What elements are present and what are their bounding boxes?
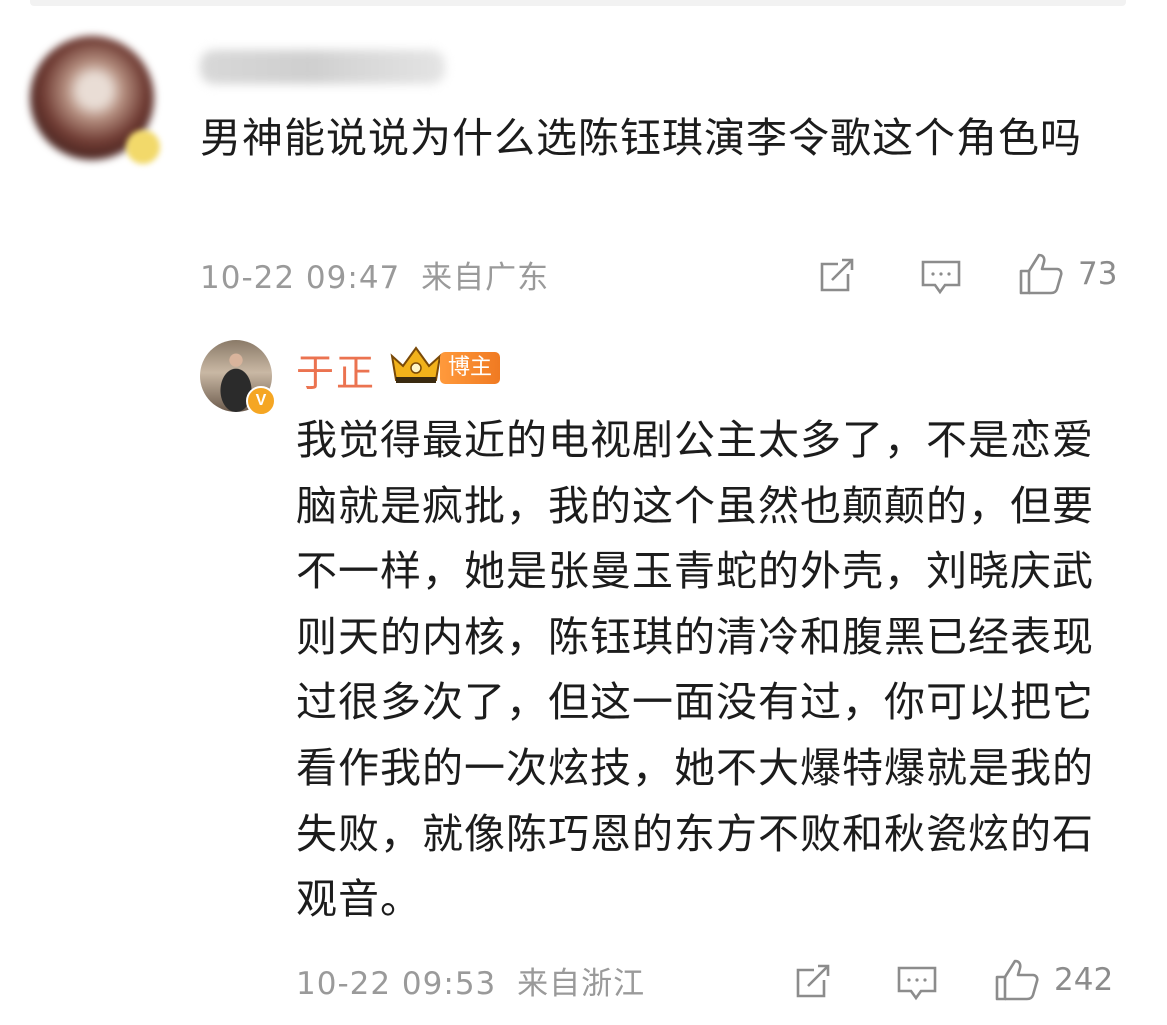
blogger-tag: 博主 [440, 352, 501, 384]
reply-location: 来自浙江 [517, 966, 646, 1002]
reply-button[interactable] [920, 258, 962, 296]
like-count: 73 [1078, 256, 1118, 292]
share-button[interactable] [818, 256, 858, 294]
comment-time: 10-22 09:47 [200, 260, 401, 296]
reply-like-button[interactable]: 242 [994, 958, 1113, 1002]
verified-badge-icon [126, 130, 160, 164]
share-icon [820, 258, 854, 292]
commenter-avatar[interactable] [30, 36, 160, 166]
comment-icon [897, 966, 937, 1001]
replier-avatar[interactable]: V [200, 340, 276, 416]
like-icon [995, 959, 1039, 1001]
reply-meta: 10-22 09:53 来自浙江 [296, 958, 645, 1003]
crown-icon [390, 346, 442, 383]
share-icon [796, 964, 830, 998]
reply-comment-button[interactable] [896, 964, 938, 1002]
comment-icon [921, 260, 961, 295]
top-divider [30, 0, 1126, 6]
comment-meta: 10-22 09:47 来自广东 [200, 252, 549, 297]
comment-location: 来自广东 [421, 260, 550, 296]
reply-time: 10-22 09:53 [296, 966, 497, 1002]
reply-like-count: 242 [1054, 962, 1114, 998]
commenter-username[interactable] [200, 50, 445, 84]
replier-username[interactable]: 于正 [296, 342, 376, 397]
comment-text: 男神能说说为什么选陈钰琪演李令歌这个角色吗 [200, 114, 1082, 162]
verified-v-icon: V [246, 386, 276, 416]
reply-share-button[interactable] [794, 962, 834, 1000]
like-button[interactable]: 73 [1018, 252, 1117, 296]
reply-text: 我觉得最近的电视剧公主太多了，不是恋爱脑就是疯批，我的这个虽然也颠颠的，但要不一… [296, 416, 1094, 924]
like-icon [1019, 253, 1063, 295]
